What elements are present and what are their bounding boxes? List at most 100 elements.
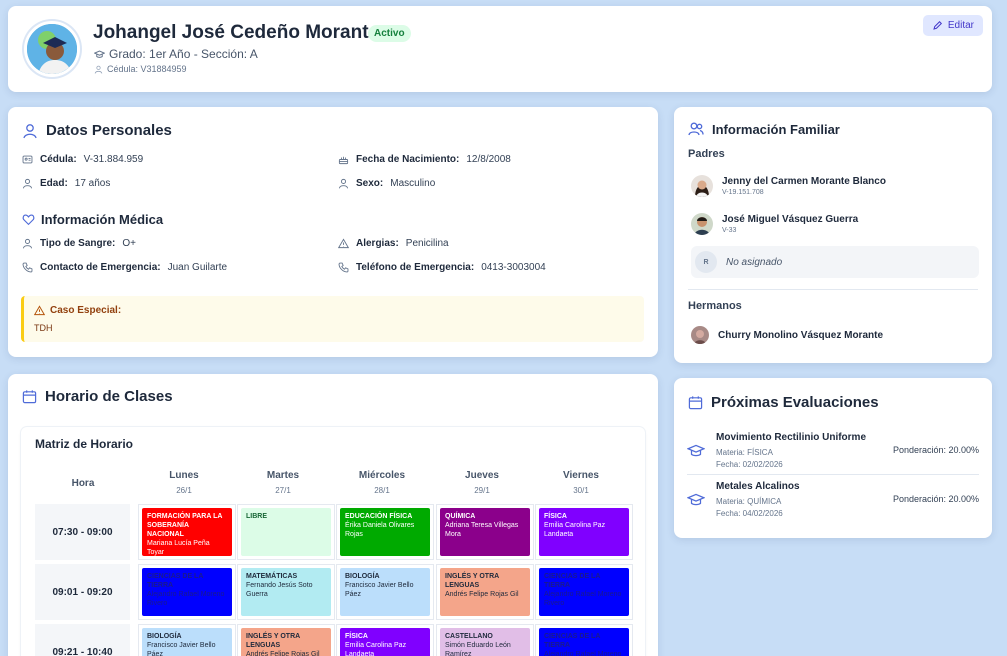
user-icon: [94, 65, 103, 74]
schedule-cell[interactable]: EDUCACIÓN FÍSICA Érika Daniela Olivares R…: [336, 504, 434, 560]
allergies-field: Alergias: Penicilina: [338, 238, 449, 249]
class-block: CIENCIAS DE LA TIERRA Alejandro Rafael Mo…: [142, 568, 232, 616]
parent-id: V-19.151.708: [722, 189, 764, 196]
medical-info-title: Información Médica: [22, 212, 163, 227]
heart-icon: [22, 213, 35, 226]
calendar-icon: [22, 389, 37, 404]
day-header-wednesday: Miércoles 28/1: [358, 470, 406, 495]
class-subject: EDUCACIÓN FÍSICA: [345, 513, 413, 520]
evaluation-subject: Materia: FÍSICA: [716, 448, 773, 457]
day-header-tuesday: Martes 27/1: [266, 470, 300, 495]
upcoming-evaluations-card: Próximas Evaluaciones Movimiento Rectili…: [674, 378, 992, 538]
class-subject: BIOLOGÍA: [147, 633, 182, 640]
user-icon: [22, 178, 33, 189]
warning-icon: [34, 305, 45, 316]
hour-cell: 09:21 - 10:40: [35, 624, 130, 656]
schedule-cell[interactable]: INGLÉS Y OTRA LENGUAS Andrés Felipe Rojas…: [237, 624, 335, 656]
cake-icon: [338, 154, 349, 165]
schedule-cell[interactable]: MATEMÁTICAS Fernando Jesús Soto Guerra: [237, 564, 335, 620]
day-header-thursday: Jueves 29/1: [465, 470, 499, 495]
schedule-card: Horario de Clases Matriz de Horario Hora…: [8, 374, 658, 656]
day-header-friday: Viernes 30/1: [563, 470, 599, 495]
class-teacher: Andrés Felipe Rojas Gil: [445, 591, 519, 598]
class-subject: CIENCIAS DE LA TIERRA: [544, 573, 601, 589]
parent-item[interactable]: Jenny del Carmen Morante Blanco V-19.151…: [691, 170, 979, 202]
class-teacher: Adriana Teresa Villegas Mora: [445, 522, 519, 538]
unassigned-avatar: R: [695, 251, 717, 273]
parent-name: José Miguel Vásquez Guerra: [722, 214, 859, 225]
class-subject: LIBRE: [246, 513, 267, 520]
class-block: BIOLOGÍA Francisco Javier Bello Páez: [340, 568, 430, 616]
class-block: CASTELLANO Simón Eduardo León Ramírez: [440, 628, 530, 656]
hour-column-header: Hora: [71, 478, 95, 489]
class-subject: FÍSICA: [345, 633, 368, 640]
graduation-cap-icon: [687, 491, 705, 509]
special-case-text: TDH: [34, 323, 53, 333]
user-icon: [22, 123, 38, 139]
class-block: MATEMÁTICAS Fernando Jesús Soto Guerra: [241, 568, 331, 616]
user-icon: [338, 178, 349, 189]
schedule-cell[interactable]: CIENCIAS DE LA TIERRA Alejandro Rafael Mo…: [535, 564, 633, 620]
cedula-text: Cédula: V31884959: [107, 64, 187, 74]
schedule-title: Horario de Clases: [22, 388, 173, 405]
evaluation-title: Movimiento Rectilinio Uniforme: [716, 432, 867, 443]
sex-field: Sexo: Masculino: [338, 178, 435, 189]
schedule-cell[interactable]: QUÍMICA Adriana Teresa Villegas Mora: [436, 504, 534, 560]
cedula-field: Cédula: V-31.884.959: [22, 154, 143, 165]
evaluation-weight: Ponderación: 20.00%: [892, 494, 979, 504]
class-subject: CIENCIAS DE LA TIERRA: [544, 633, 601, 649]
emergency-phone-field: Teléfono de Emergencia: 0413-3003004: [338, 262, 546, 273]
edit-button-label: Editar: [947, 20, 974, 31]
evaluations-title: Próximas Evaluaciones: [688, 394, 879, 411]
schedule-cell[interactable]: CIENCIAS DE LA TIERRA Alejandro Rafael Mo…: [138, 564, 236, 620]
class-teacher: Emilia Carolina Paz Landaeta: [544, 522, 606, 538]
special-case-alert: Caso Especial: TDH: [21, 296, 644, 342]
cedula-info: Cédula: V31884959: [94, 64, 187, 74]
user-icon: [22, 238, 33, 249]
hour-cell: 09:01 - 09:20: [35, 564, 130, 620]
class-teacher: Francisco Javier Bello Páez: [345, 582, 414, 598]
evaluation-weight: Ponderación: 20.00%: [892, 445, 979, 455]
grade-info: Grado: 1er Año - Sección: A: [94, 47, 258, 61]
schedule-cell[interactable]: BIOLOGÍA Francisco Javier Bello Páez: [336, 564, 434, 620]
edit-button[interactable]: Editar: [922, 15, 983, 36]
family-info-title: Información Familiar: [688, 121, 840, 137]
users-icon: [688, 121, 704, 137]
schedule-cell[interactable]: LIBRE: [237, 504, 335, 560]
parent-name: Jenny del Carmen Morante Blanco: [722, 176, 886, 187]
class-subject: FÍSICA: [544, 513, 567, 520]
parent-avatar: [691, 175, 713, 197]
status-badge: Activo: [368, 25, 411, 42]
class-teacher: Emilia Carolina Paz Landaeta: [345, 642, 407, 656]
evaluation-item[interactable]: Metales Alcalinos Materia: QUÍMICA Fecha…: [687, 481, 979, 525]
unassigned-label: No asignado: [726, 256, 783, 268]
schedule-cell[interactable]: BIOLOGÍA Francisco Javier Bello Páez: [138, 624, 236, 656]
schedule-cell[interactable]: FORMACIÓN PARA LA SOBERANÍA NACIONAL Mari…: [138, 504, 236, 560]
age-field: Edad: 17 años: [22, 178, 110, 189]
schedule-cell[interactable]: INGLÉS Y OTRA LENGUAS Andrés Felipe Rojas…: [436, 564, 534, 620]
hour-cell: 07:30 - 09:00: [35, 504, 130, 560]
evaluation-date: Fecha: 02/02/2026: [716, 460, 783, 469]
schedule-cell[interactable]: FÍSICA Emilia Carolina Paz Landaeta: [535, 504, 633, 560]
schedule-cell[interactable]: CIENCIAS DE LA TIERRA Alejandro Rafael Mo…: [535, 624, 633, 656]
blood-type-field: Tipo de Sangre: O+: [22, 238, 136, 249]
class-teacher: Alejandro Rafael Moreno Rivero: [544, 591, 622, 607]
schedule-cell[interactable]: FÍSICA Emilia Carolina Paz Landaeta: [336, 624, 434, 656]
sibling-item[interactable]: Churry Monolino Vásquez Morante: [691, 319, 979, 351]
day-header-monday: Lunes 26/1: [169, 470, 199, 495]
matrix-title: Matriz de Horario: [35, 437, 134, 451]
class-subject: FORMACIÓN PARA LA SOBERANÍA NACIONAL: [147, 513, 223, 538]
divider: [687, 474, 979, 475]
evaluation-subject: Materia: QUÍMICA: [716, 497, 782, 506]
parent-item[interactable]: José Miguel Vásquez Guerra V-33: [691, 208, 979, 240]
class-block: BIOLOGÍA Francisco Javier Bello Páez: [142, 628, 232, 656]
class-block: INGLÉS Y OTRA LENGUAS Andrés Felipe Rojas…: [241, 628, 331, 656]
schedule-cell[interactable]: CASTELLANO Simón Eduardo León Ramírez: [436, 624, 534, 656]
parent-item-unassigned[interactable]: R No asignado: [691, 246, 979, 278]
special-case-title: Caso Especial:: [34, 305, 121, 316]
evaluation-item[interactable]: Movimiento Rectilinio Uniforme Materia: …: [687, 432, 979, 476]
student-header-card: Johangel José Cedeño Morante Activo Grad…: [8, 6, 992, 92]
class-subject: CIENCIAS DE LA TIERRA: [147, 573, 204, 589]
schedule-matrix: Matriz de Horario Hora Lunes 26/1 Martes 2…: [21, 427, 645, 656]
phone-icon: [338, 262, 349, 273]
